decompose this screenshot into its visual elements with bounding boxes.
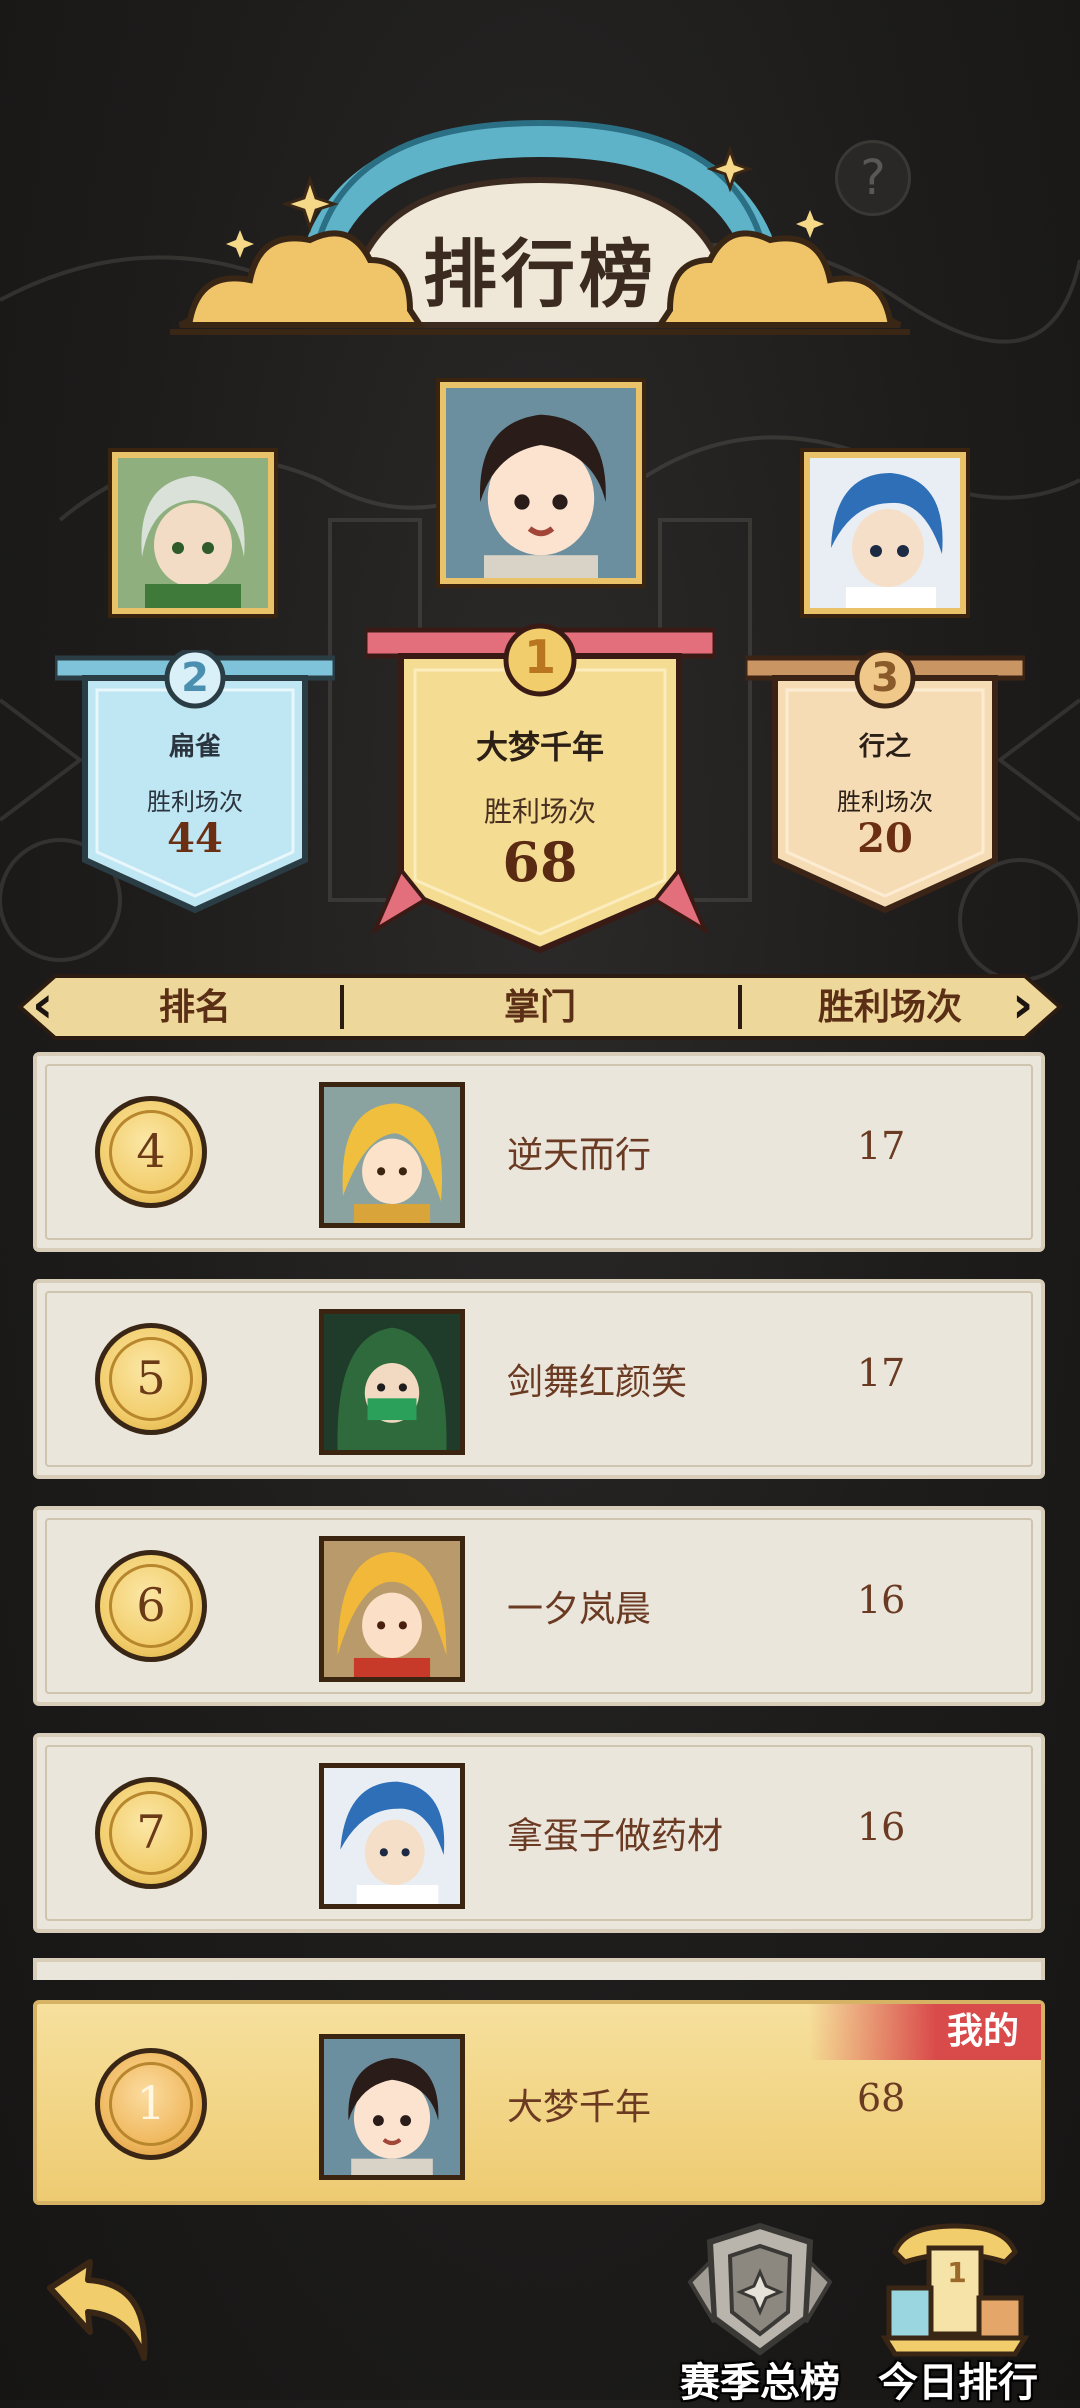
podium-1-rank: 1 — [523, 630, 556, 684]
rank-coin: 4 — [95, 1096, 207, 1208]
today-ranking-label[interactable]: 今日排行 — [863, 2350, 1053, 2408]
podium-3-name: 行之 — [858, 732, 911, 762]
podium-2-wins: 44 — [167, 815, 223, 862]
podium-3-stat-label: 胜利场次 — [837, 788, 933, 816]
header-divider — [738, 985, 742, 1029]
podium-1-name: 大梦千年 — [475, 728, 604, 766]
chevron-left-icon[interactable]: ‹ — [32, 975, 53, 1035]
rank-coin: 7 — [95, 1777, 207, 1889]
portrait-icon — [324, 1087, 460, 1223]
page-title: 排行榜 — [423, 232, 657, 318]
today-ranking-badge: 1 — [947, 2256, 967, 2289]
rank-coin: 5 — [95, 1323, 207, 1435]
portrait-icon — [324, 1541, 460, 1677]
player-wins: 16 — [857, 1805, 906, 1849]
podium-2-stat-label: 胜利场次 — [147, 788, 243, 816]
season-ranking-icon[interactable] — [680, 2222, 840, 2362]
player-name: 剑舞红颜笑 — [507, 1362, 688, 1403]
player-wins: 17 — [857, 1124, 906, 1168]
list-item[interactable]: 5 剑舞红颜笑 17 — [33, 1279, 1045, 1479]
header-wins: 胜利场次 — [817, 987, 962, 1028]
chevron-right-icon[interactable]: › — [1012, 975, 1033, 1035]
player-name: 拿蛋子做药材 — [507, 1816, 724, 1857]
portrait-icon — [446, 388, 636, 578]
player-avatar[interactable] — [319, 1763, 465, 1909]
portrait-icon — [810, 458, 960, 608]
podium-2-avatar[interactable] — [112, 452, 274, 614]
player-avatar[interactable] — [319, 1309, 465, 1455]
header-player: 掌门 — [503, 987, 576, 1028]
portrait-icon — [118, 458, 268, 608]
portrait-icon — [324, 2039, 460, 2175]
player-avatar[interactable] — [319, 2034, 465, 2180]
help-button[interactable]: ? — [835, 140, 911, 216]
list-item-partial — [33, 1958, 1045, 1980]
list-item[interactable]: 7 拿蛋子做药材 16 — [33, 1733, 1045, 1933]
header-rank: 排名 — [158, 987, 231, 1028]
today-ranking-icon[interactable] — [875, 2222, 1035, 2362]
header-divider — [340, 985, 344, 1029]
player-wins: 68 — [857, 2076, 906, 2120]
podium-3-avatar[interactable] — [804, 452, 966, 614]
podium-1-wins: 68 — [502, 830, 578, 894]
season-ranking-label[interactable]: 赛季总榜 — [665, 2350, 855, 2408]
my-rank-tag: 我的 — [809, 2004, 1041, 2060]
podium-2-name: 扁雀 — [168, 732, 221, 762]
portrait-icon — [324, 1768, 460, 1904]
podium-1-avatar[interactable] — [440, 382, 642, 584]
player-avatar[interactable] — [319, 1082, 465, 1228]
player-name: 一夕岚晨 — [507, 1589, 652, 1630]
portrait-icon — [324, 1314, 460, 1450]
player-wins: 16 — [857, 1578, 906, 1622]
player-name: 逆天而行 — [507, 1135, 652, 1176]
back-arrow-icon[interactable] — [40, 2258, 160, 2368]
podium-3-wins: 20 — [857, 815, 913, 862]
podium-3-rank: 3 — [871, 655, 899, 701]
player-name: 大梦千年 — [507, 2087, 652, 2128]
rank-coin: 1 — [95, 2048, 207, 2160]
podium-1-stat-label: 胜利场次 — [483, 795, 596, 828]
rank-coin: 6 — [95, 1550, 207, 1662]
player-avatar[interactable] — [319, 1536, 465, 1682]
player-wins: 17 — [857, 1351, 906, 1395]
list-item[interactable]: 6 一夕岚晨 16 — [33, 1506, 1045, 1706]
podium-2-rank: 2 — [181, 655, 209, 701]
my-rank-row[interactable]: 我的 1 大梦千年 68 — [33, 2000, 1045, 2205]
list-item[interactable]: 4 逆天而行 17 — [33, 1052, 1045, 1252]
